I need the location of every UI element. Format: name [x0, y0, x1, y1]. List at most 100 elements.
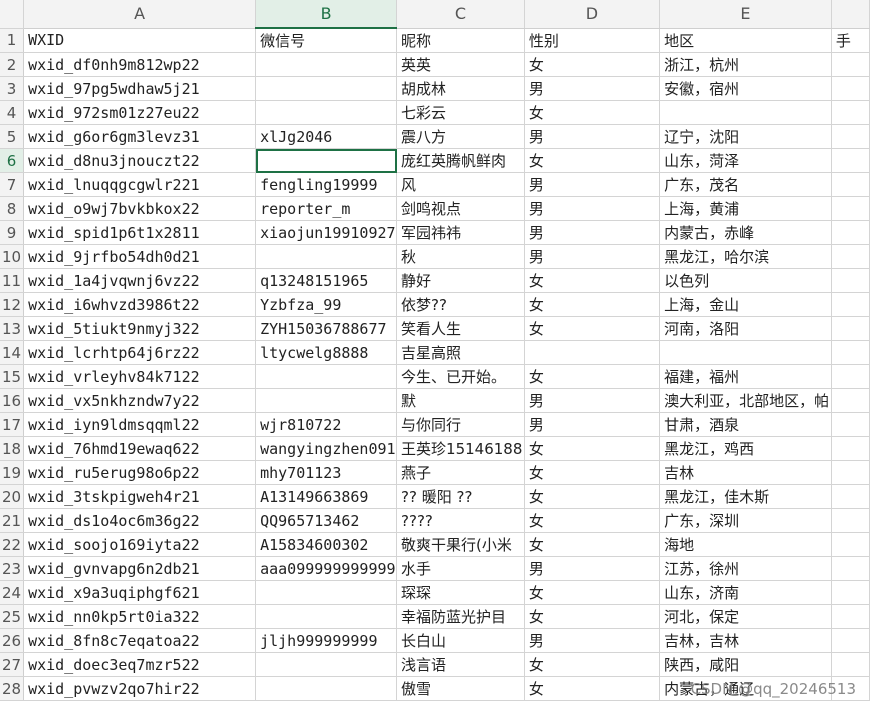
cell-a[interactable]: wxid_nn0kp5rt0ia322 — [23, 604, 257, 629]
cell-a[interactable]: wxid_ru5erug98o6p22 — [23, 460, 257, 485]
cell-e[interactable]: 河南，洛阳 — [659, 316, 832, 341]
cell-d[interactable]: 女 — [524, 268, 661, 293]
row-header[interactable]: 19 — [0, 460, 25, 485]
spreadsheet[interactable]: ABCDE 1 WXID 微信号 昵称 性别 地区手 2 wxid_df0nh9m812wp2… — [0, 0, 870, 708]
cell-b[interactable] — [255, 52, 398, 77]
cell-b[interactable]: mhy701123 — [255, 460, 398, 485]
row-header[interactable]: 5 — [0, 124, 25, 149]
cell-a[interactable]: wxid_d8nu3jnouczt22 — [23, 148, 257, 173]
cell-a[interactable]: wxid_doec3eq7mzr522 — [23, 652, 257, 677]
cell-b[interactable]: 微信号 — [255, 28, 398, 53]
cell-b[interactable]: aaa099999999999 — [255, 556, 398, 581]
row-header[interactable]: 8 — [0, 196, 25, 221]
cell-a[interactable]: wxid_o9wj7bvkbkox22 — [23, 196, 257, 221]
cell-e[interactable]: 安徽，宿州 — [659, 76, 832, 101]
row-header[interactable]: 2 — [0, 52, 25, 77]
row-header[interactable]: 4 — [0, 100, 25, 125]
cell-e[interactable]: 广东，茂名 — [659, 172, 832, 197]
cell-b[interactable] — [255, 244, 398, 269]
row-header[interactable]: 7 — [0, 172, 25, 197]
cell-d[interactable]: 男 — [524, 412, 661, 437]
cell-d[interactable]: 女 — [524, 100, 661, 125]
cell-a[interactable]: wxid_8fn8c7eqatoa22 — [23, 628, 257, 653]
row-header[interactable]: 13 — [0, 316, 25, 341]
cell-d[interactable]: 女 — [524, 292, 661, 317]
cell-d[interactable]: 女 — [524, 676, 661, 701]
cell-d[interactable]: 女 — [524, 532, 661, 557]
row-header[interactable]: 16 — [0, 388, 25, 413]
cell-c[interactable]: 默 — [396, 388, 525, 413]
cell-d[interactable]: 男 — [524, 388, 661, 413]
cell-e[interactable]: 甘肃，酒泉 — [659, 412, 832, 437]
cell-b[interactable]: wjr810722 — [255, 412, 398, 437]
row-header[interactable]: 12 — [0, 292, 25, 317]
cell-e[interactable]: 以色列 — [659, 268, 832, 293]
cell-e[interactable]: 上海，金山 — [659, 292, 832, 317]
cell-c[interactable]: 水手 — [396, 556, 525, 581]
cell-f[interactable] — [831, 316, 870, 341]
cell-a[interactable]: wxid_3tskpigweh4r21 — [23, 484, 257, 509]
cell-d[interactable]: 男 — [524, 196, 661, 221]
row-header[interactable]: 18 — [0, 436, 25, 461]
cell-b[interactable]: A13149663869 — [255, 484, 398, 509]
cell-d[interactable]: 男 — [524, 556, 661, 581]
cell-e[interactable]: 内蒙古，赤峰 — [659, 220, 832, 245]
cell-f[interactable] — [831, 484, 870, 509]
cell-f[interactable] — [831, 388, 870, 413]
column-header-a[interactable]: A — [23, 0, 257, 29]
row-header[interactable]: 25 — [0, 604, 25, 629]
cell-e[interactable]: 黑龙江，哈尔滨 — [659, 244, 832, 269]
cell-c[interactable]: 敬爽干果行(小米 — [396, 532, 525, 557]
cell-f[interactable] — [831, 364, 870, 389]
cell-c[interactable]: 今生、已开始。 — [396, 364, 525, 389]
cell-c[interactable]: 英英 — [396, 52, 525, 77]
cell-a[interactable]: wxid_df0nh9m812wp22 — [23, 52, 257, 77]
cell-b[interactable] — [255, 148, 398, 173]
cell-a[interactable]: wxid_ds1o4oc6m36g22 — [23, 508, 257, 533]
cell-a[interactable]: wxid_pvwzv2qo7hir22 — [23, 676, 257, 701]
row-header[interactable]: 10 — [0, 244, 25, 269]
cell-e[interactable]: 吉林，吉林 — [659, 628, 832, 653]
cell-f[interactable] — [831, 556, 870, 581]
cell-b[interactable] — [255, 676, 398, 701]
cell-e[interactable]: 黑龙江，佳木斯 — [659, 484, 832, 509]
cell-b[interactable]: q13248151965 — [255, 268, 398, 293]
cell-f[interactable] — [831, 580, 870, 605]
cell-e[interactable]: 福建，福州 — [659, 364, 832, 389]
cell-d[interactable]: 女 — [524, 604, 661, 629]
cell-c[interactable]: 长白山 — [396, 628, 525, 653]
cell-c[interactable]: 昵称 — [396, 28, 525, 53]
cell-f[interactable]: 手 — [831, 28, 870, 53]
cell-d[interactable]: 女 — [524, 52, 661, 77]
cell-b[interactable]: reporter_m — [255, 196, 398, 221]
cell-f[interactable] — [831, 604, 870, 629]
row-header[interactable]: 24 — [0, 580, 25, 605]
cell-c[interactable]: 风 — [396, 172, 525, 197]
cell-c[interactable]: 胡成林 — [396, 76, 525, 101]
cell-f[interactable] — [831, 292, 870, 317]
cell-c[interactable]: 王英珍15146188 — [396, 436, 525, 461]
cell-d[interactable]: 男 — [524, 76, 661, 101]
cell-c[interactable]: 浅言语 — [396, 652, 525, 677]
cell-d[interactable]: 女 — [524, 460, 661, 485]
cell-f[interactable] — [831, 172, 870, 197]
cell-b[interactable] — [255, 580, 398, 605]
cell-a[interactable]: wxid_x9a3uqiphgf621 — [23, 580, 257, 605]
cell-a[interactable]: wxid_gvnvapg6n2db21 — [23, 556, 257, 581]
cell-f[interactable] — [831, 412, 870, 437]
cell-b[interactable]: Yzbfza_99 — [255, 292, 398, 317]
cell-b[interactable] — [255, 652, 398, 677]
row-header[interactable]: 26 — [0, 628, 25, 653]
cell-e[interactable]: 辽宁，沈阳 — [659, 124, 832, 149]
cell-f[interactable] — [831, 220, 870, 245]
cell-b[interactable]: A15834600302 — [255, 532, 398, 557]
cell-d[interactable]: 女 — [524, 484, 661, 509]
row-header[interactable]: 11 — [0, 268, 25, 293]
cell-c[interactable]: 依梦?? — [396, 292, 525, 317]
cell-e[interactable]: 澳大利亚，北部地区，帕 — [659, 388, 832, 413]
cell-f[interactable] — [831, 196, 870, 221]
cell-c[interactable]: 傲雪 — [396, 676, 525, 701]
cell-e[interactable]: 河北，保定 — [659, 604, 832, 629]
cell-b[interactable]: fengling19999 — [255, 172, 398, 197]
cell-e[interactable]: 黑龙江，鸡西 — [659, 436, 832, 461]
